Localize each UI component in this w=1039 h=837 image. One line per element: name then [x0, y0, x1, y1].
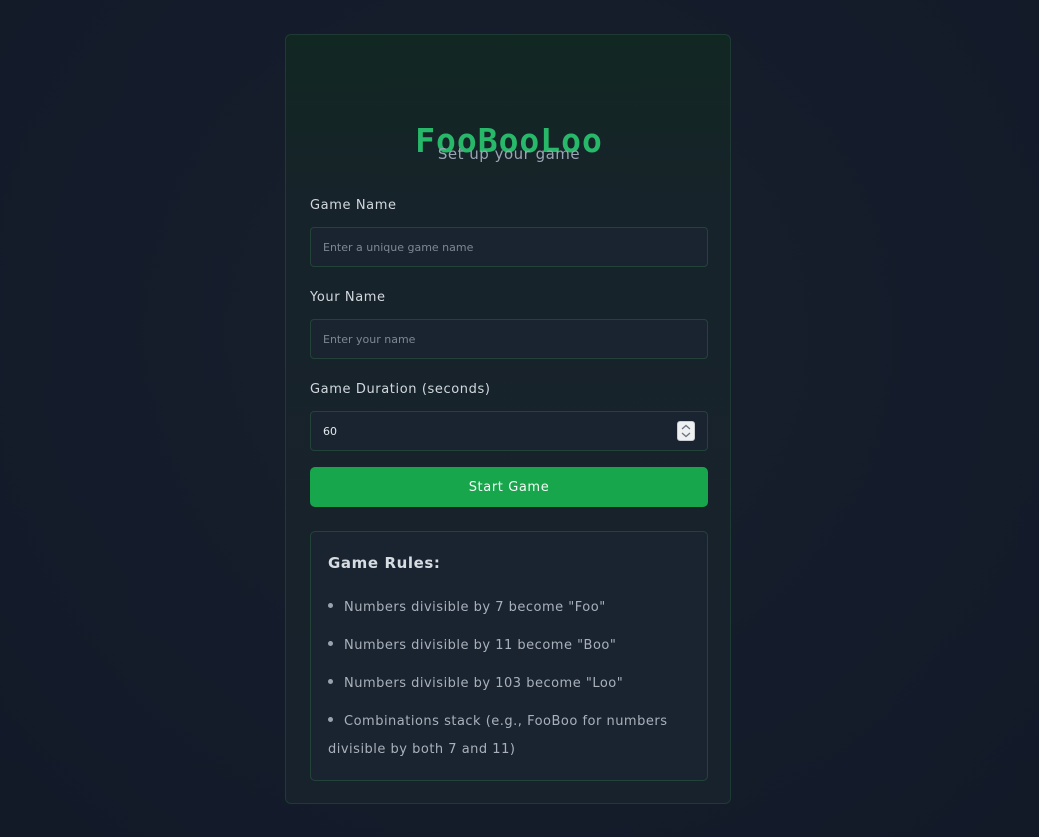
- rule-text: Numbers divisible by 7 become "Foo": [344, 600, 606, 615]
- page-background: FooBooLoo Set up your game Game Name You…: [0, 0, 1039, 837]
- your-name-input[interactable]: [310, 319, 708, 359]
- list-item: Numbers divisible by 103 become "Loo": [328, 670, 688, 698]
- list-item: Combinations stack (e.g., FooBoo for num…: [328, 708, 688, 764]
- list-item: Numbers divisible by 11 become "Boo": [328, 632, 688, 660]
- your-name-label: Your Name: [310, 290, 386, 305]
- bullet-dot-icon: [328, 717, 333, 722]
- rule-text: Numbers divisible by 11 become "Boo": [344, 638, 617, 653]
- bullet-dot-icon: [328, 679, 333, 684]
- rule-text: Numbers divisible by 103 become "Loo": [344, 676, 624, 691]
- start-game-button[interactable]: Start Game: [310, 467, 708, 507]
- game-name-label: Game Name: [310, 198, 397, 213]
- page-subtitle: Set up your game: [437, 145, 581, 163]
- duration-field: [310, 411, 708, 451]
- setup-card: FooBooLoo Set up your game Game Name You…: [285, 34, 731, 804]
- chevron-up-down-icon[interactable]: [677, 421, 695, 441]
- duration-label: Game Duration (seconds): [310, 382, 491, 397]
- rules-title: Game Rules:: [328, 554, 441, 572]
- list-item: Numbers divisible by 7 become "Foo": [328, 594, 688, 622]
- game-name-input[interactable]: [310, 227, 708, 267]
- duration-input[interactable]: [311, 412, 671, 450]
- rule-text: Combinations stack (e.g., FooBoo for num…: [328, 714, 668, 757]
- bullet-dot-icon: [328, 641, 333, 646]
- bullet-dot-icon: [328, 603, 333, 608]
- rules-list: Numbers divisible by 7 become "Foo" Numb…: [328, 594, 688, 774]
- game-rules-panel: Game Rules: Numbers divisible by 7 becom…: [310, 531, 708, 781]
